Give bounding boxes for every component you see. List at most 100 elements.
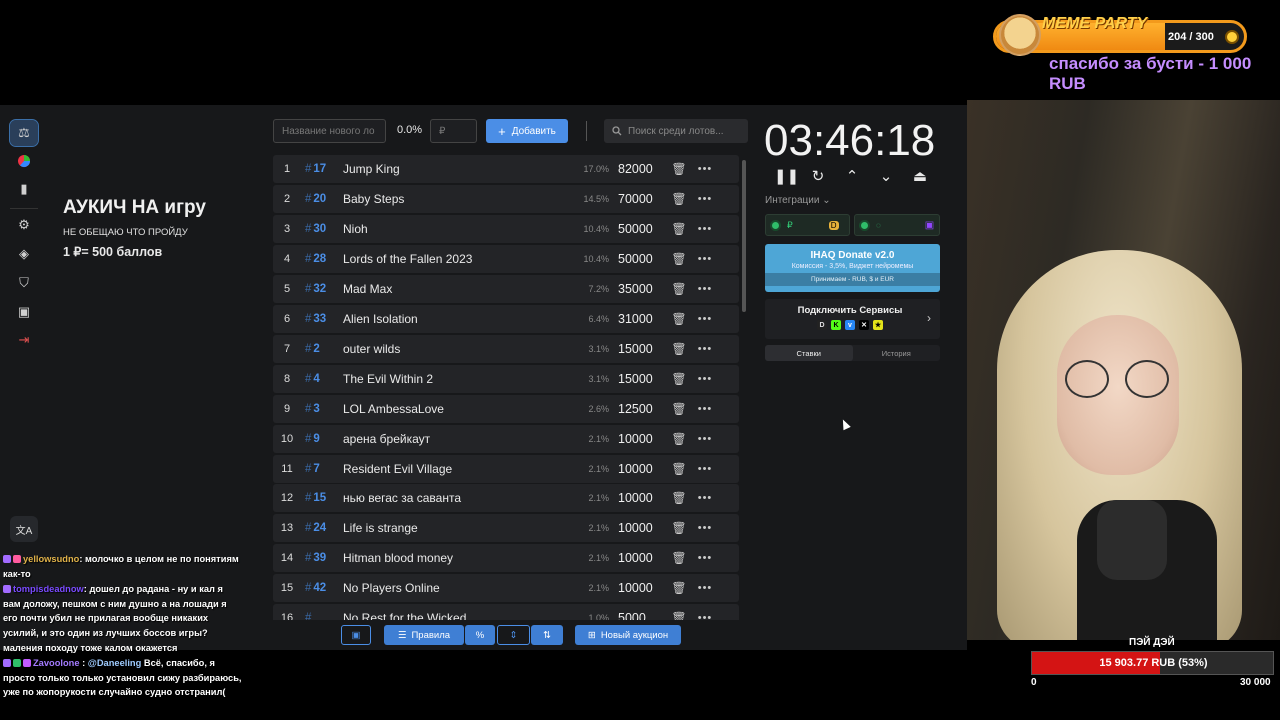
double-up-icon[interactable]: ⏏ — [910, 167, 930, 185]
lot-row[interactable]: 15 #42 No Players Online 2.1% 10000 🗑 ••• — [273, 574, 739, 603]
wheel-icon[interactable] — [10, 148, 38, 174]
tab-history[interactable]: История — [853, 345, 941, 361]
rules-button[interactable]: ☰ Правила — [384, 625, 464, 645]
trash-icon[interactable]: 🗑 — [663, 222, 695, 236]
lot-amount[interactable]: 50000 — [609, 252, 663, 266]
lot-row[interactable]: 12 #15 нью вегас за саванта 2.1% 10000 🗑 ••• — [273, 484, 739, 513]
save-icon[interactable]: ▣ — [341, 625, 371, 645]
lot-row[interactable]: 4 #28 Lords of the Fallen 2023 10.4% 50000 🗑 •… — [273, 244, 739, 273]
new-auction-button[interactable]: ⊞ Новый аукцион — [575, 625, 681, 645]
lot-row[interactable]: 9 #3 LOL AmbessaLove 2.6% 12500 🗑 ••• — [273, 394, 739, 423]
lot-row[interactable]: 2 #20 Baby Steps 14.5% 70000 🗑 ••• — [273, 184, 739, 213]
layers-icon[interactable]: ◈ — [10, 241, 38, 267]
shield-icon[interactable]: ⛉ — [10, 270, 38, 296]
new-lot-name-input[interactable]: Название нового ло — [273, 119, 386, 143]
trash-icon[interactable]: 🗑 — [663, 611, 695, 620]
lot-amount[interactable]: 10000 — [609, 521, 663, 535]
trash-icon[interactable]: 🗑 — [663, 402, 695, 416]
lot-row[interactable]: 14 #39 Hitman blood money 2.1% 10000 🗑 ••• — [273, 544, 739, 573]
ihaq-donate-banner[interactable]: IHAQ Donate v2.0 Комиссия - 3,5%, Виджет… — [765, 244, 940, 292]
chevron-up-icon[interactable]: ⌃ — [842, 167, 862, 185]
trash-icon[interactable]: 🗑 — [663, 312, 695, 326]
trash-icon[interactable]: 🗑 — [663, 432, 695, 446]
more-icon[interactable]: ••• — [695, 552, 715, 564]
trash-icon[interactable]: 🗑 — [663, 252, 695, 266]
stats-icon[interactable]: ▮ — [10, 176, 38, 202]
lot-amount[interactable]: 10000 — [609, 551, 663, 565]
lot-name[interactable]: No Players Online — [343, 581, 573, 595]
history-icon[interactable]: ▣ — [10, 299, 38, 325]
lot-row[interactable]: 5 #32 Mad Max 7.2% 35000 🗑 ••• — [273, 274, 739, 303]
more-icon[interactable]: ••• — [695, 313, 715, 325]
lot-name[interactable]: Alien Isolation — [343, 312, 573, 326]
lot-row[interactable]: 16 # No Rest for the Wicked 1.0% 5000 🗑 ••• — [273, 604, 739, 620]
lot-search-input[interactable]: Поиск среди лотов... — [604, 119, 748, 143]
more-icon[interactable]: ••• — [695, 163, 715, 175]
lot-row[interactable]: 10 #9 арена брейкаут 2.1% 10000 🗑 ••• — [273, 424, 739, 453]
lot-name[interactable]: Resident Evil Village — [343, 462, 573, 476]
trash-icon[interactable]: 🗑 — [663, 581, 695, 595]
more-icon[interactable]: ••• — [695, 433, 715, 445]
lot-name[interactable]: арена брейкаут — [343, 432, 573, 446]
lot-name[interactable]: Nioh — [343, 222, 573, 236]
more-icon[interactable]: ••• — [695, 193, 715, 205]
lot-name[interactable]: нью вегас за саванта — [343, 491, 573, 505]
lot-row[interactable]: 8 #4 The Evil Within 2 3.1% 15000 🗑 ••• — [273, 364, 739, 393]
more-icon[interactable]: ••• — [695, 612, 715, 620]
more-icon[interactable]: ••• — [695, 283, 715, 295]
twitch-integration-card[interactable]: ◌ ▣ — [854, 214, 940, 236]
lot-name[interactable]: LOL AmbessaLove — [343, 402, 573, 416]
more-icon[interactable]: ••• — [695, 463, 715, 475]
lot-list-scrollbar[interactable] — [742, 160, 746, 312]
auction-hammer-icon[interactable]: ⚖ — [9, 119, 39, 147]
more-icon[interactable]: ••• — [695, 582, 715, 594]
reset-icon[interactable]: ↻ — [808, 167, 828, 185]
pause-icon[interactable]: ❚❚ — [774, 167, 799, 185]
lot-amount[interactable]: 70000 — [609, 192, 663, 206]
more-icon[interactable]: ••• — [695, 403, 715, 415]
lot-amount[interactable]: 50000 — [609, 222, 663, 236]
lot-amount[interactable]: 10000 — [609, 432, 663, 446]
lot-name[interactable]: Baby Steps — [343, 192, 573, 206]
lot-amount[interactable]: 5000 — [609, 611, 663, 620]
lot-amount[interactable]: 82000 — [609, 162, 663, 176]
sort-tier-icon[interactable]: ⇕ — [497, 625, 530, 645]
percent-icon[interactable]: % — [465, 625, 495, 645]
lot-row[interactable]: 6 #33 Alien Isolation 6.4% 31000 🗑 ••• — [273, 304, 739, 333]
more-icon[interactable]: ••• — [695, 522, 715, 534]
lot-amount[interactable]: 31000 — [609, 312, 663, 326]
trash-icon[interactable]: 🗑 — [663, 372, 695, 386]
more-icon[interactable]: ••• — [695, 492, 715, 504]
lot-amount[interactable]: 35000 — [609, 282, 663, 296]
lot-name[interactable]: outer wilds — [343, 342, 573, 356]
logout-icon[interactable]: ⇥ — [10, 327, 38, 353]
chevron-down-icon[interactable]: ⌄ — [876, 167, 896, 185]
trash-icon[interactable]: 🗑 — [663, 462, 695, 476]
lot-row[interactable]: 7 #2 outer wilds 3.1% 15000 🗑 ••• — [273, 334, 739, 363]
lot-name[interactable]: The Evil Within 2 — [343, 372, 573, 386]
lot-row[interactable]: 3 #30 Nioh 10.4% 50000 🗑 ••• — [273, 214, 739, 243]
more-icon[interactable]: ••• — [695, 373, 715, 385]
lot-name[interactable]: Lords of the Fallen 2023 — [343, 252, 573, 266]
trash-icon[interactable]: 🗑 — [663, 551, 695, 565]
connect-services-card[interactable]: Подключить Сервисы D K v ✕ ★ › — [765, 299, 940, 339]
lot-amount[interactable]: 15000 — [609, 372, 663, 386]
lot-row[interactable]: 11 #7 Resident Evil Village 2.1% 10000 🗑 ••• — [273, 454, 739, 483]
trash-icon[interactable]: 🗑 — [663, 521, 695, 535]
more-icon[interactable]: ••• — [695, 253, 715, 265]
integrations-header[interactable]: Интеграции ⌄ — [765, 195, 831, 206]
tab-bets[interactable]: Ставки — [765, 345, 853, 361]
lot-row[interactable]: 13 #24 Life is strange 2.1% 10000 🗑 ••• — [273, 514, 739, 543]
lot-name[interactable]: Jump King — [343, 162, 573, 176]
new-lot-amount-input[interactable]: ₽ — [430, 119, 477, 143]
gear-icon[interactable]: ⚙ — [10, 212, 38, 238]
trash-icon[interactable]: 🗑 — [663, 342, 695, 356]
donation-integration-card[interactable]: ₽ D — [765, 214, 850, 236]
lot-name[interactable]: Mad Max — [343, 282, 573, 296]
lot-name[interactable]: No Rest for the Wicked — [343, 611, 573, 620]
lot-name[interactable]: Hitman blood money — [343, 551, 573, 565]
trash-icon[interactable]: 🗑 — [663, 162, 695, 176]
trash-icon[interactable]: 🗑 — [663, 491, 695, 505]
lot-amount[interactable]: 15000 — [609, 342, 663, 356]
trash-icon[interactable]: 🗑 — [663, 192, 695, 206]
